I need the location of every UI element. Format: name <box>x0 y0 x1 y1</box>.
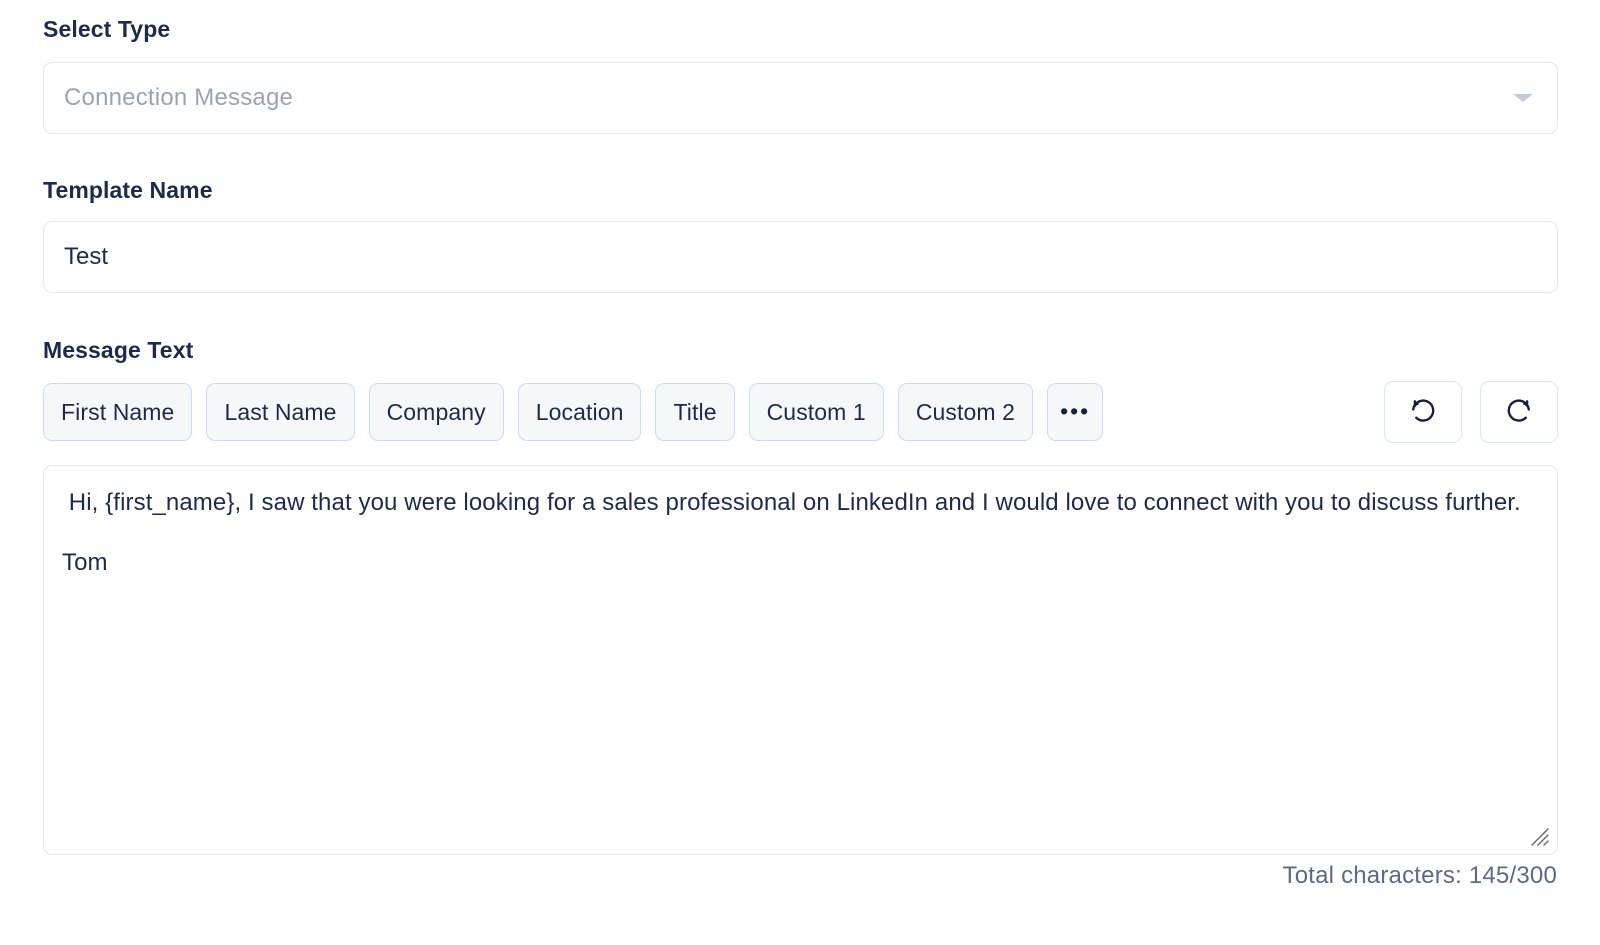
character-counter: Total characters: 145/300 <box>1282 862 1557 889</box>
message-text-label: Message Text <box>43 337 194 363</box>
merge-tag-company[interactable]: Company <box>368 383 504 441</box>
redo-icon <box>1504 397 1534 427</box>
message-text-textarea[interactable]: Hi, {first_name}, I saw that you were lo… <box>43 465 1558 855</box>
message-template-form: Select Type Connection Message Template … <box>0 0 1600 945</box>
select-type-dropdown[interactable]: Connection Message <box>43 62 1558 134</box>
merge-tag-location[interactable]: Location <box>517 383 642 441</box>
merge-tag-custom-1[interactable]: Custom 1 <box>748 383 884 441</box>
merge-tag-chip-row: First Name Last Name Company Location Ti… <box>43 383 1104 441</box>
template-name-label: Template Name <box>43 177 213 203</box>
undo-icon <box>1408 397 1438 427</box>
merge-tag-last-name[interactable]: Last Name <box>206 383 355 441</box>
history-buttons <box>1384 381 1558 443</box>
merge-tag-first-name[interactable]: First Name <box>43 383 193 441</box>
merge-tag-title[interactable]: Title <box>655 383 735 441</box>
redo-button[interactable] <box>1480 381 1558 443</box>
message-text-content: Hi, {first_name}, I saw that you were lo… <box>62 489 1521 577</box>
chevron-down-icon <box>1513 94 1533 102</box>
template-name-input[interactable] <box>43 221 1558 293</box>
more-merge-tags-button[interactable]: ••• <box>1047 383 1104 441</box>
resize-grip-icon[interactable] <box>1528 825 1550 847</box>
message-toolbar: First Name Last Name Company Location Ti… <box>43 381 1558 447</box>
merge-tag-custom-2[interactable]: Custom 2 <box>897 383 1034 441</box>
select-type-label: Select Type <box>43 16 171 42</box>
undo-button[interactable] <box>1384 381 1462 443</box>
select-type-value: Connection Message <box>64 84 294 111</box>
